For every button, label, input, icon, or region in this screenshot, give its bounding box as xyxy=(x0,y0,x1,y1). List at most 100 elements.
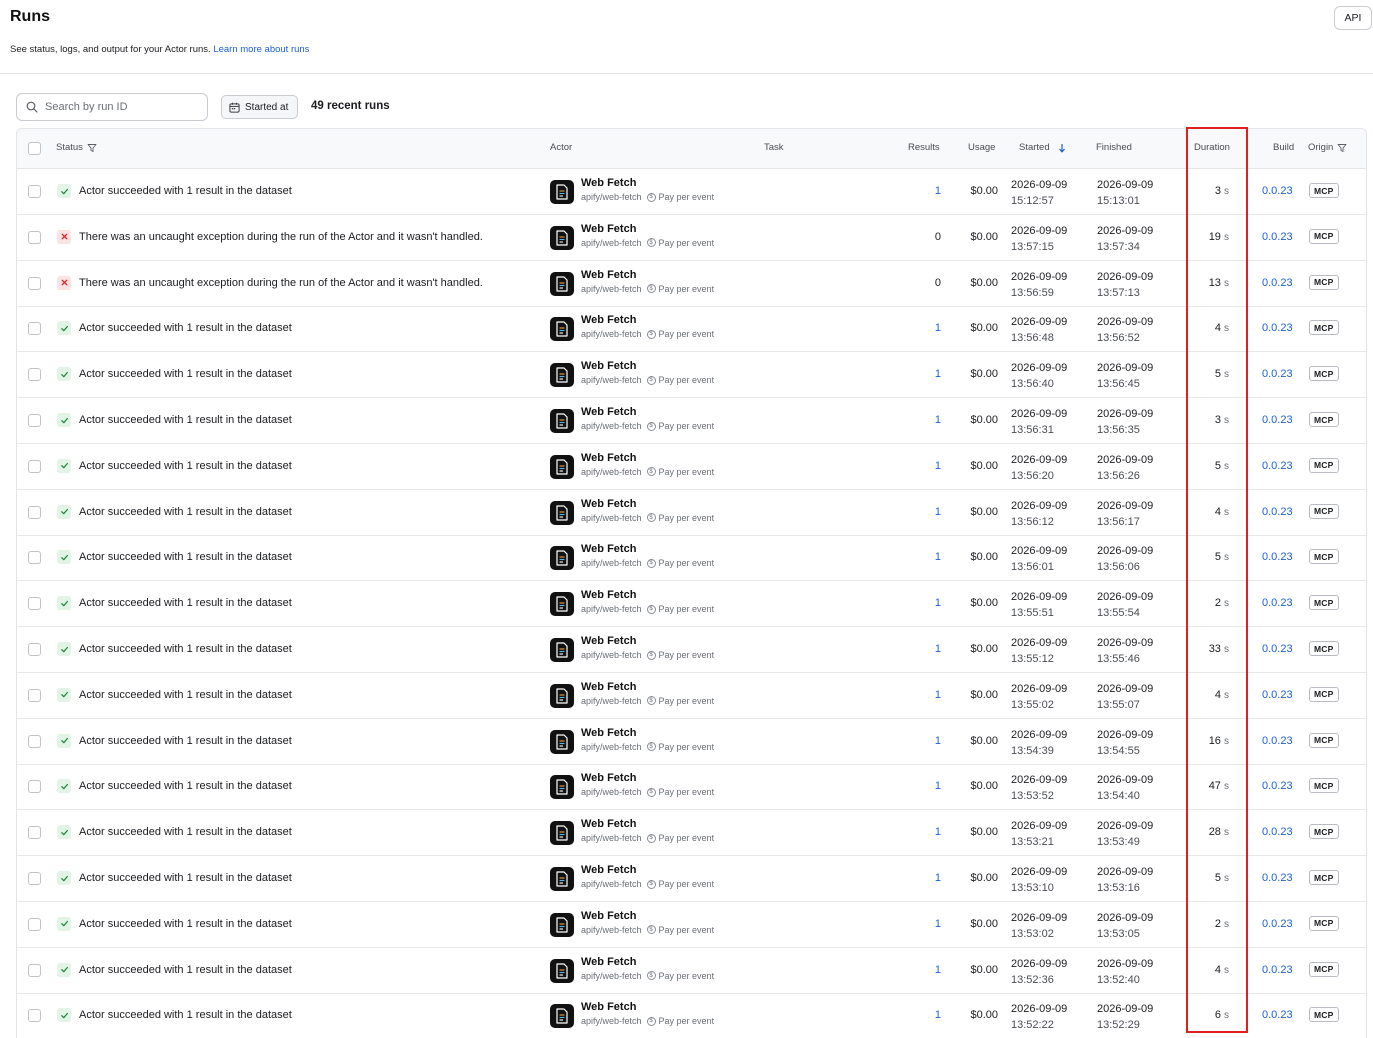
table-row[interactable]: Actor succeeded with 1 result in the dat… xyxy=(17,306,1366,353)
row-checkbox[interactable] xyxy=(28,185,41,198)
status-message[interactable]: Actor succeeded with 1 result in the dat… xyxy=(79,826,292,838)
row-checkbox[interactable] xyxy=(28,643,41,656)
status-message[interactable]: There was an uncaught exception during t… xyxy=(79,231,483,243)
status-message[interactable]: Actor succeeded with 1 result in the dat… xyxy=(79,735,292,747)
status-message[interactable]: Actor succeeded with 1 result in the dat… xyxy=(79,460,292,472)
actor-name[interactable]: Web Fetch xyxy=(581,635,636,647)
actor-name[interactable]: Web Fetch xyxy=(581,864,636,876)
row-checkbox[interactable] xyxy=(28,551,41,565)
row-checkbox[interactable] xyxy=(28,322,41,336)
table-row[interactable]: Actor succeeded with 1 result in the dat… xyxy=(17,444,1366,490)
actor-name[interactable]: Web Fetch xyxy=(581,772,636,784)
actor-name[interactable]: Web Fetch xyxy=(581,498,636,510)
status-message[interactable]: Actor succeeded with 1 result in the dat… xyxy=(79,597,292,609)
row-checkbox[interactable] xyxy=(28,414,41,427)
results-count[interactable]: 1 xyxy=(897,506,941,518)
build-version-link[interactable]: 0.0.23 xyxy=(1262,506,1293,518)
table-row[interactable]: Actor succeeded with 1 result in the dat… xyxy=(17,535,1366,582)
table-row[interactable]: Actor succeeded with 1 result in the dat… xyxy=(17,398,1366,444)
actor-name[interactable]: Web Fetch xyxy=(581,223,636,235)
build-version-link[interactable]: 0.0.23 xyxy=(1262,368,1293,380)
status-message[interactable]: Actor succeeded with 1 result in the dat… xyxy=(79,689,292,701)
results-count[interactable]: 1 xyxy=(897,597,941,609)
row-checkbox[interactable] xyxy=(28,826,41,840)
actor-name[interactable]: Web Fetch xyxy=(581,589,636,601)
row-checkbox[interactable] xyxy=(28,688,41,702)
results-count[interactable]: 1 xyxy=(897,643,941,655)
column-origin[interactable]: Origin xyxy=(1308,142,1347,153)
results-count[interactable]: 1 xyxy=(897,918,941,930)
build-version-link[interactable]: 0.0.23 xyxy=(1262,185,1293,197)
status-message[interactable]: Actor succeeded with 1 result in the dat… xyxy=(79,322,292,334)
build-version-link[interactable]: 0.0.23 xyxy=(1262,322,1293,334)
filter-icon[interactable] xyxy=(1337,143,1347,153)
actor-name[interactable]: Web Fetch xyxy=(581,1001,636,1013)
api-button[interactable]: API xyxy=(1334,6,1372,30)
results-count[interactable]: 1 xyxy=(897,826,941,838)
row-checkbox[interactable] xyxy=(28,917,41,931)
table-row[interactable]: Actor succeeded with 1 result in the dat… xyxy=(17,856,1366,902)
table-row[interactable]: Actor succeeded with 1 result in the dat… xyxy=(17,169,1366,215)
actor-name[interactable]: Web Fetch xyxy=(581,452,636,464)
table-row[interactable]: Actor succeeded with 1 result in the dat… xyxy=(17,993,1366,1038)
row-checkbox[interactable] xyxy=(28,276,41,290)
status-message[interactable]: Actor succeeded with 1 result in the dat… xyxy=(79,1009,292,1021)
status-message[interactable]: Actor succeeded with 1 result in the dat… xyxy=(79,918,292,930)
table-row[interactable]: There was an uncaught exception during t… xyxy=(17,215,1366,261)
column-duration[interactable]: Duration xyxy=(1194,142,1230,153)
build-version-link[interactable]: 0.0.23 xyxy=(1262,689,1293,701)
build-version-link[interactable]: 0.0.23 xyxy=(1262,414,1293,426)
actor-name[interactable]: Web Fetch xyxy=(581,177,636,189)
build-version-link[interactable]: 0.0.23 xyxy=(1262,1009,1293,1021)
results-count[interactable]: 1 xyxy=(897,368,941,380)
row-checkbox[interactable] xyxy=(28,368,41,382)
build-version-link[interactable]: 0.0.23 xyxy=(1262,597,1293,609)
learn-more-link[interactable]: Learn more about runs xyxy=(213,44,309,55)
actor-name[interactable]: Web Fetch xyxy=(581,406,636,418)
filter-icon[interactable] xyxy=(87,143,97,153)
row-checkbox[interactable] xyxy=(28,963,41,977)
status-message[interactable]: Actor succeeded with 1 result in the dat… xyxy=(79,551,292,563)
status-message[interactable]: Actor succeeded with 1 result in the dat… xyxy=(79,780,292,792)
results-count[interactable]: 1 xyxy=(897,322,941,334)
column-finished[interactable]: Finished xyxy=(1096,142,1132,153)
actor-name[interactable]: Web Fetch xyxy=(581,681,636,693)
status-message[interactable]: There was an uncaught exception during t… xyxy=(79,277,483,289)
status-message[interactable]: Actor succeeded with 1 result in the dat… xyxy=(79,414,292,426)
build-version-link[interactable]: 0.0.23 xyxy=(1262,551,1293,563)
build-version-link[interactable]: 0.0.23 xyxy=(1262,964,1293,976)
row-checkbox[interactable] xyxy=(28,505,41,519)
results-count[interactable]: 1 xyxy=(897,689,941,701)
status-message[interactable]: Actor succeeded with 1 result in the dat… xyxy=(79,872,292,884)
table-row[interactable]: Actor succeeded with 1 result in the dat… xyxy=(17,948,1366,994)
column-build[interactable]: Build xyxy=(1273,142,1294,153)
search-input[interactable] xyxy=(45,101,195,113)
row-checkbox[interactable] xyxy=(28,734,41,748)
results-count[interactable]: 1 xyxy=(897,780,941,792)
build-version-link[interactable]: 0.0.23 xyxy=(1262,460,1293,472)
actor-name[interactable]: Web Fetch xyxy=(581,910,636,922)
table-row[interactable]: Actor succeeded with 1 result in the dat… xyxy=(17,902,1366,948)
column-usage[interactable]: Usage xyxy=(968,142,995,153)
row-checkbox[interactable] xyxy=(28,597,41,611)
results-count[interactable]: 1 xyxy=(897,1009,941,1021)
build-version-link[interactable]: 0.0.23 xyxy=(1262,231,1293,243)
table-row[interactable]: Actor succeeded with 1 result in the dat… xyxy=(17,490,1366,536)
actor-name[interactable]: Web Fetch xyxy=(581,818,636,830)
status-message[interactable]: Actor succeeded with 1 result in the dat… xyxy=(79,964,292,976)
status-message[interactable]: Actor succeeded with 1 result in the dat… xyxy=(79,506,292,518)
column-status[interactable]: Status xyxy=(56,142,97,153)
column-started[interactable]: Started xyxy=(1019,142,1067,153)
table-row[interactable]: Actor succeeded with 1 result in the dat… xyxy=(17,719,1366,765)
actor-name[interactable]: Web Fetch xyxy=(581,543,636,555)
table-row[interactable]: There was an uncaught exception during t… xyxy=(17,261,1366,307)
column-actor[interactable]: Actor xyxy=(550,142,572,153)
build-version-link[interactable]: 0.0.23 xyxy=(1262,918,1293,930)
results-count[interactable]: 1 xyxy=(897,964,941,976)
actor-name[interactable]: Web Fetch xyxy=(581,727,636,739)
actor-name[interactable]: Web Fetch xyxy=(581,269,636,281)
status-message[interactable]: Actor succeeded with 1 result in the dat… xyxy=(79,185,292,197)
row-checkbox[interactable] xyxy=(28,459,41,473)
select-all-checkbox[interactable] xyxy=(28,142,41,155)
row-checkbox[interactable] xyxy=(28,780,41,794)
